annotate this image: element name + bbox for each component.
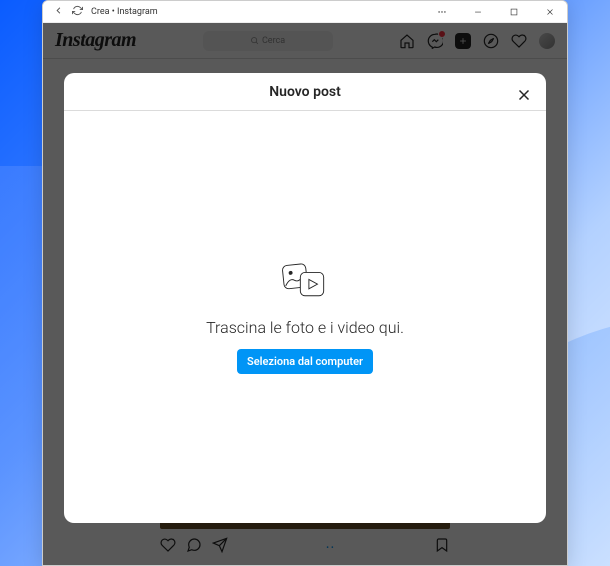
refresh-button[interactable]: [72, 5, 83, 19]
back-button[interactable]: [53, 5, 64, 19]
more-button[interactable]: [427, 1, 457, 23]
modal-body[interactable]: Trascina le foto e i video qui. Selezion…: [64, 111, 546, 523]
drag-prompt: Trascina le foto e i video qui.: [206, 318, 404, 337]
app-window: Crea • Instagram Instagram Cerca: [42, 0, 568, 566]
window-titlebar: Crea • Instagram: [43, 1, 567, 23]
modal-header: Nuovo post: [64, 73, 546, 111]
modal-title: Nuovo post: [269, 84, 341, 100]
modal-overlay[interactable]: Nuovo post Trascina le foto e i video qu…: [43, 23, 567, 565]
new-post-modal: Nuovo post Trascina le foto e i video qu…: [64, 73, 546, 523]
select-from-computer-button[interactable]: Seleziona dal computer: [237, 349, 373, 374]
minimize-button[interactable]: [463, 1, 493, 23]
maximize-button[interactable]: [499, 1, 529, 23]
window-title: Crea • Instagram: [91, 7, 158, 17]
media-icon: [277, 260, 333, 306]
close-window-button[interactable]: [535, 1, 565, 23]
